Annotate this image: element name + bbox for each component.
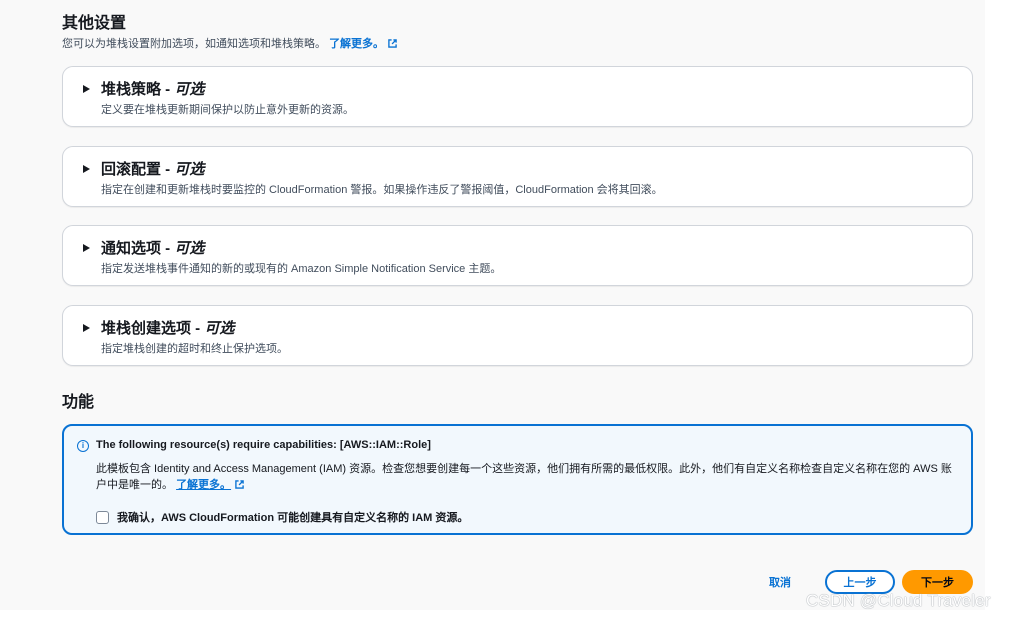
caret-right-icon	[83, 85, 90, 93]
external-link-icon[interactable]	[388, 39, 397, 48]
info-icon: i	[77, 440, 89, 452]
header-description-text: 您可以为堆栈设置附加选项，如通知选项和堆栈策略。	[62, 38, 326, 50]
panel-description: 指定在创建和更新堆栈时要监控的 CloudFormation 警报。如果操作违反…	[101, 184, 663, 196]
caret-right-icon	[83, 244, 90, 252]
panel-description: 指定发送堆栈事件通知的新的或现有的 Amazon Simple Notifica…	[101, 263, 502, 275]
panel-title[interactable]: 通知选项 - 可选	[101, 240, 204, 258]
acknowledge-checkbox[interactable]	[96, 511, 109, 524]
stack-policy-panel[interactable]: 堆栈策略 - 可选 定义要在堆栈更新期间保护以防止意外更新的资源。	[62, 66, 973, 127]
acknowledge-row[interactable]: 我确认，AWS CloudFormation 可能创建具有自定义名称的 IAM …	[96, 508, 468, 526]
panel-title[interactable]: 回滚配置 - 可选	[101, 161, 204, 179]
panel-title[interactable]: 堆栈创建选项 - 可选	[101, 320, 234, 338]
other-settings-header: 其他设置 您可以为堆栈设置附加选项，如通知选项和堆栈策略。 了解更多。	[62, 14, 397, 52]
external-link-icon[interactable]	[235, 480, 244, 489]
caret-right-icon	[83, 324, 90, 332]
learn-more-link[interactable]: 了解更多。	[329, 38, 384, 50]
header-description: 您可以为堆栈设置附加选项，如通知选项和堆栈策略。 了解更多。	[62, 36, 397, 52]
panel-title[interactable]: 堆栈策略 - 可选	[101, 81, 204, 99]
rollback-config-panel[interactable]: 回滚配置 - 可选 指定在创建和更新堆栈时要监控的 CloudFormation…	[62, 146, 973, 207]
caret-right-icon	[83, 165, 90, 173]
capabilities-section-title: 功能	[62, 394, 95, 411]
alert-learn-more-link[interactable]: 了解更多。	[176, 479, 231, 491]
panel-description: 指定堆栈创建的超时和终止保护选项。	[101, 343, 288, 355]
alert-body: 此模板包含 Identity and Access Management (IA…	[96, 461, 956, 493]
notification-options-panel[interactable]: 通知选项 - 可选 指定发送堆栈事件通知的新的或现有的 Amazon Simpl…	[62, 225, 973, 286]
page-canvas: 其他设置 您可以为堆栈设置附加选项，如通知选项和堆栈策略。 了解更多。 堆栈策略…	[0, 0, 985, 610]
acknowledge-label[interactable]: 我确认，AWS CloudFormation 可能创建具有自定义名称的 IAM …	[117, 512, 468, 524]
alert-title: The following resource(s) require capabi…	[96, 439, 431, 451]
capabilities-alert: i The following resource(s) require capa…	[62, 424, 973, 535]
watermark: CSDN @Cloud Traveler	[806, 591, 991, 610]
stack-creation-options-panel[interactable]: 堆栈创建选项 - 可选 指定堆栈创建的超时和终止保护选项。	[62, 305, 973, 366]
cancel-button[interactable]: 取消	[769, 574, 791, 590]
panel-description: 定义要在堆栈更新期间保护以防止意外更新的资源。	[101, 104, 354, 116]
page-title: 其他设置	[62, 15, 127, 32]
